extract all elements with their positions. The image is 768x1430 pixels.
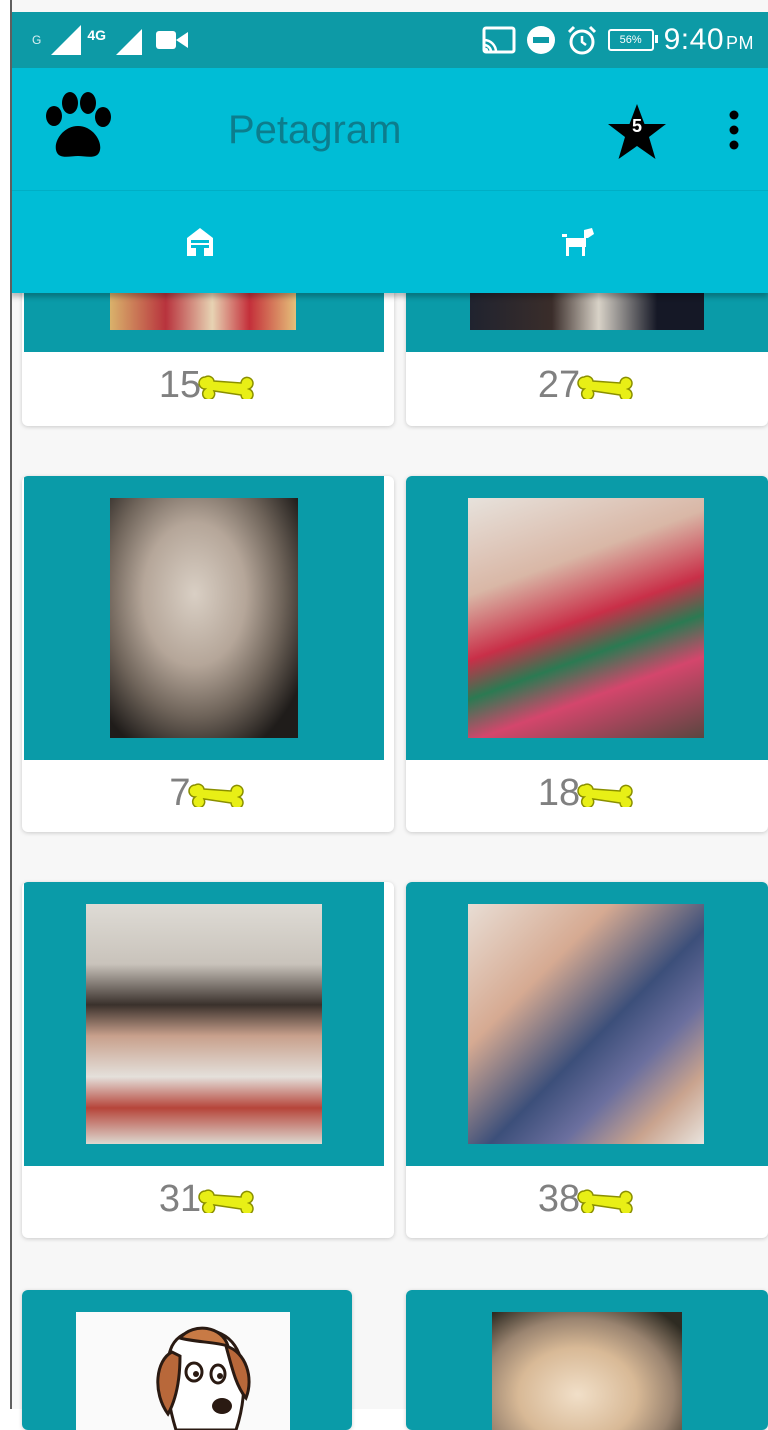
likes-count: 15 [158, 363, 202, 406]
likes-count: 18 [537, 771, 581, 814]
pet-photo[interactable] [110, 290, 296, 330]
more-vert-icon[interactable] [728, 110, 740, 150]
sim-label: G [32, 33, 42, 47]
battery-level: 56% [619, 34, 642, 46]
pet-photo-frame [24, 476, 384, 760]
bone-icon [577, 1189, 633, 1213]
status-right: 56% 9:40 PM [482, 23, 754, 57]
bone-icon [577, 375, 633, 399]
paw-icon[interactable] [40, 90, 116, 166]
doghouse-icon [186, 228, 213, 256]
window-edge [0, 0, 12, 1409]
cartoon-dog-illustration [156, 1326, 251, 1430]
app-bar: Petagram 5 [10, 68, 768, 190]
likes-count: 38 [537, 1177, 581, 1220]
dog-icon [561, 228, 594, 256]
pet-photo-frame [406, 1290, 768, 1430]
battery-icon: 56% [607, 29, 658, 51]
do-not-disturb-icon [526, 26, 555, 54]
likes-row: 15 [22, 360, 394, 410]
likes-row: 27 [406, 360, 768, 410]
status-left: G 4G [32, 25, 189, 55]
pet-photo[interactable] [76, 1312, 290, 1430]
pet-card-8[interactable] [406, 1290, 768, 1430]
clock-ampm: PM [726, 33, 754, 53]
signal-icon [51, 25, 82, 55]
tab-dog[interactable] [389, 191, 768, 293]
pet-photo[interactable] [86, 904, 322, 1144]
video-camera-icon [156, 31, 189, 49]
pet-photo-frame [24, 882, 384, 1166]
likes-row: 18 [406, 768, 768, 818]
app-title: Petagram [228, 108, 402, 152]
bone-icon [577, 783, 633, 807]
pet-photo[interactable] [470, 290, 704, 330]
tab-home[interactable] [10, 191, 389, 293]
clock-time: 9:40 [663, 23, 724, 56]
bone-icon [187, 783, 244, 807]
pet-photo[interactable] [110, 498, 298, 738]
bone-icon [198, 1189, 254, 1213]
likes-row: 31 [22, 1174, 394, 1224]
pet-photo-frame [22, 1290, 352, 1430]
likes-row: 7 [22, 768, 394, 818]
tab-bar [10, 190, 768, 293]
pet-card-5[interactable]: 31 [22, 882, 394, 1238]
likes-row: 38 [406, 1174, 768, 1224]
cast-icon [482, 26, 516, 54]
network-label: 4G [87, 27, 107, 43]
signal-icon-2 [116, 29, 143, 55]
likes-count: 31 [158, 1177, 202, 1220]
pet-photo[interactable] [468, 498, 704, 738]
favorites-button[interactable]: 5 [606, 102, 668, 162]
bone-icon [198, 375, 254, 399]
pet-photo-frame [406, 882, 768, 1166]
status-bar: G 4G 56% 9:40 PM [10, 12, 768, 68]
pet-card-7[interactable] [22, 1290, 352, 1430]
pet-card-3[interactable]: 7 [22, 476, 394, 832]
pet-card-4[interactable]: 18 [406, 476, 768, 832]
likes-count: 27 [537, 363, 581, 406]
pet-photo[interactable] [468, 904, 704, 1144]
alarm-icon [567, 25, 596, 55]
clock: 9:40 PM [664, 23, 754, 57]
pet-card-6[interactable]: 38 [406, 882, 768, 1238]
favorites-count: 5 [631, 116, 642, 136]
pet-photo-frame [406, 476, 768, 760]
pet-photo[interactable] [492, 1312, 682, 1430]
